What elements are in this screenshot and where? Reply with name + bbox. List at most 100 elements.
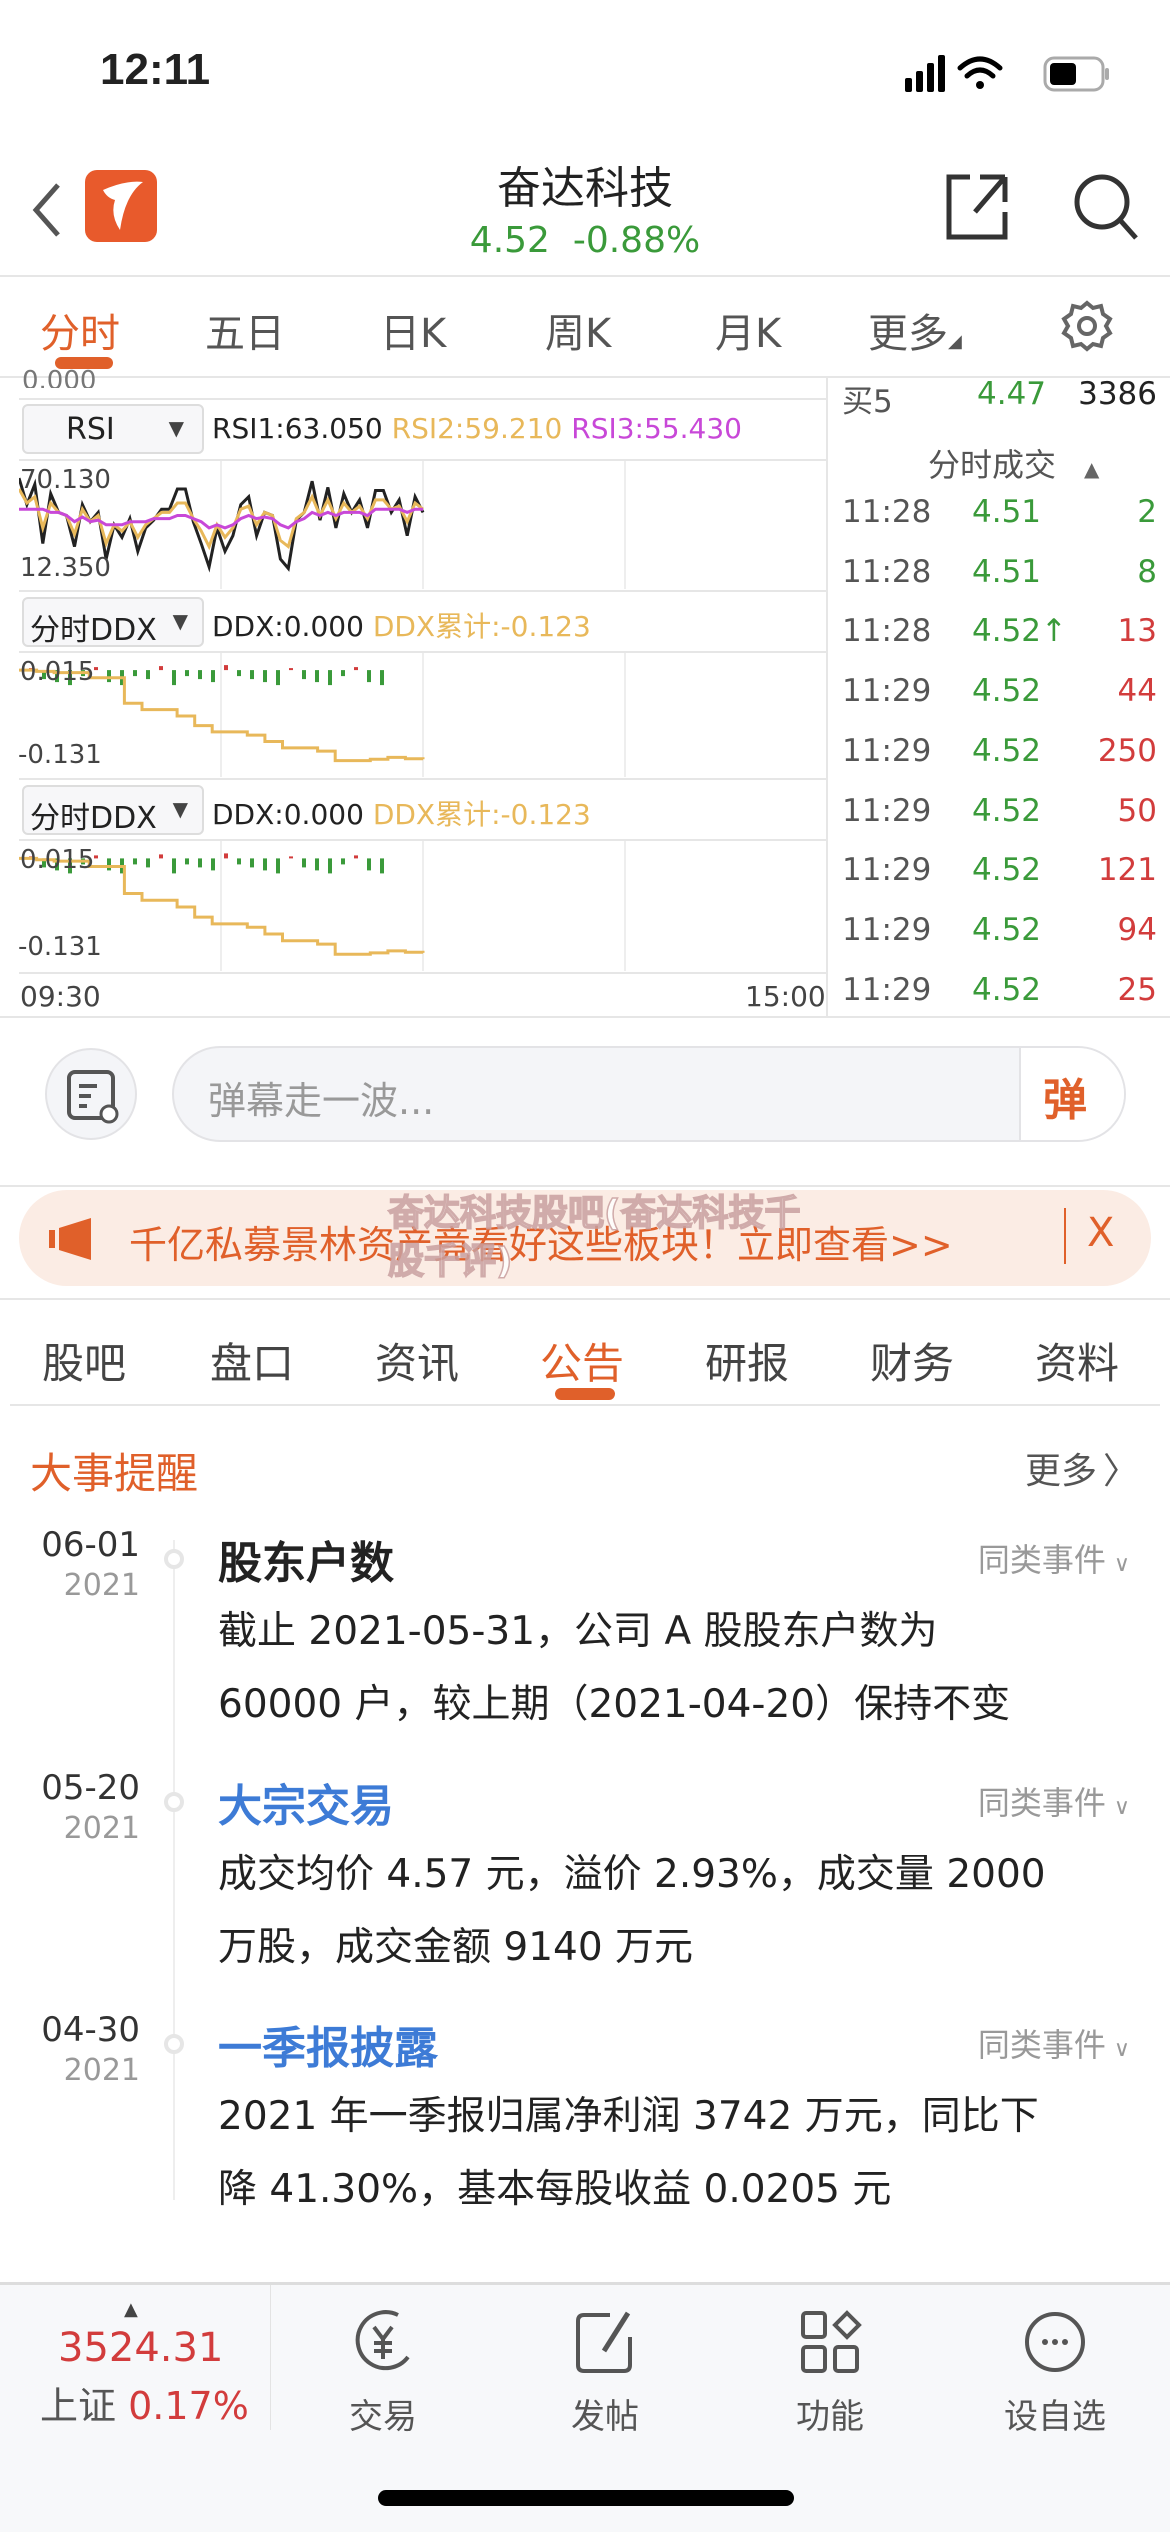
ddx-max-label: 0.015 (20, 845, 95, 875)
ddx-values-2: DDX:0.000 DDX累计:-0.123 (212, 793, 591, 833)
trade-row: 11:29 4.52 25 (842, 964, 1157, 1022)
collapse-icon: ▲ (1084, 457, 1100, 481)
ddx-indicator-select[interactable]: 分时DDX ▼ (22, 597, 204, 648)
events-more-link[interactable]: 更多〉 (1025, 1442, 1139, 1494)
danmaku-send-button[interactable]: 弹 (1019, 1048, 1124, 1140)
event-date: 04-30 (41, 2010, 140, 2050)
index-widget[interactable]: ▲ 3524.31 上证 0.17% (0, 2285, 270, 2430)
tab-weekly-k[interactable]: 周K (545, 301, 611, 359)
similar-label: 同类事件 (977, 2026, 1106, 2064)
trade-volume: 250 (1097, 732, 1157, 769)
settings-icon[interactable] (1060, 299, 1114, 353)
ddx-bar (341, 858, 345, 865)
event-title[interactable]: 一季报披露 (218, 2012, 438, 2076)
ddx-min-label: -0.131 (18, 740, 102, 770)
ddx-bar (185, 670, 189, 677)
similar-events-button[interactable]: 同类事件 ∨ (978, 1535, 1130, 1581)
info-tab[interactable]: 资料 (1035, 1330, 1119, 1391)
danmaku-settings-button[interactable] (45, 1048, 137, 1140)
tab-five-day[interactable]: 五日 (205, 301, 285, 359)
ddx-chart-2 (19, 841, 626, 971)
event-line: 成交均价 4.57 元，溢价 2.93%，成交量 2000 (218, 1852, 1046, 1897)
info-tab[interactable]: 研报 (705, 1330, 789, 1391)
signal-icon (905, 55, 945, 92)
ddx-bar (185, 858, 189, 865)
trade-label: 交易 (349, 2397, 417, 2437)
danmaku-placeholder: 弹幕走一波... (208, 1079, 435, 1123)
bid5-price: 4.47 (977, 376, 1047, 412)
caret-icon: ◢ (948, 331, 962, 352)
danmaku-send-label: 弹 (1043, 1075, 1087, 1126)
ddx-values: DDX:0.000 DDX累计:-0.123 (212, 605, 591, 645)
tab-more[interactable]: 更多◢ (868, 301, 962, 359)
ddx-bar (172, 858, 176, 874)
index-name: 上证 (40, 2384, 117, 2428)
info-tab[interactable]: 盘口 (210, 1330, 294, 1391)
ddx-indicator-select-2[interactable]: 分时DDX ▼ (22, 785, 204, 836)
ddx-bar (133, 670, 137, 677)
trades-title[interactable]: 分时成交 ▲ (928, 440, 1099, 486)
functions-button[interactable]: 功能 (755, 2307, 905, 2438)
info-tab[interactable]: 股吧 (42, 1330, 126, 1391)
ddx-bar (354, 667, 358, 671)
rsi-select-label: RSI (66, 412, 115, 447)
share-icon[interactable] (945, 172, 1010, 242)
trade-time: 11:29 (842, 732, 932, 769)
similar-label: 同类事件 (977, 1541, 1106, 1579)
ddx-bar (276, 858, 280, 874)
ddx-bar (211, 670, 215, 683)
ddx-cum-value: DDX累计:-0.123 (372, 798, 591, 831)
trade-volume: 121 (1097, 852, 1157, 889)
trade-volume: 94 (1117, 911, 1157, 948)
add-watchlist-button[interactable]: 设自选 (980, 2307, 1130, 2438)
search-icon[interactable] (1072, 172, 1142, 242)
trade-price: 4.51 (972, 553, 1042, 590)
bid5-label: 买5 (842, 384, 893, 420)
timeline (173, 1540, 175, 2200)
tab-monthly-k[interactable]: 月K (715, 301, 781, 359)
gridline (19, 398, 826, 400)
ddx-bar (341, 670, 345, 677)
banner-close-button[interactable]: X (1087, 1210, 1114, 1256)
timeline-dot (164, 1549, 184, 1569)
trade-time: 11:29 (842, 673, 932, 710)
event-year: 2021 (63, 1568, 140, 1603)
similar-events-button[interactable]: 同类事件 ∨ (978, 2020, 1130, 2066)
event-title[interactable]: 股东户数 (218, 1527, 394, 1591)
watermark: 奋达科技股吧(奋达科技千股千评) (387, 1192, 801, 1283)
trade-price: 4.52 (972, 732, 1042, 769)
event-date: 06-01 (41, 1525, 140, 1565)
ddx-bar (367, 670, 371, 683)
trade-volume: 50 (1117, 792, 1157, 829)
trade-price: 4.52↑ (972, 613, 1067, 650)
danmaku-input[interactable]: 弹幕走一波... 弹 (172, 1046, 1126, 1142)
info-tab[interactable]: 公告 (540, 1330, 624, 1391)
tab-daily-k[interactable]: 日K (380, 301, 446, 359)
rsi2-value: RSI2:59.210 (391, 412, 563, 445)
info-tab[interactable]: 财务 (870, 1330, 954, 1391)
tab-intraday[interactable]: 分时 (40, 301, 120, 359)
more-circle-icon (1025, 2312, 1085, 2372)
event-line: 万股，成交金额 9140 万元 (218, 1925, 694, 1970)
event-body: 成交均价 4.57 元，溢价 2.93%，成交量 2000 万股，成交金额 914… (218, 1838, 1138, 1984)
ddx-bar (198, 670, 202, 680)
ddx-bar (237, 858, 241, 865)
rsi-indicator-select[interactable]: RSI ▼ (22, 404, 204, 454)
ddx-value: DDX:0.000 (212, 798, 364, 831)
trade-button[interactable]: 交易 (308, 2307, 458, 2438)
gridline (19, 972, 826, 974)
trade-price: 4.51 (972, 494, 1042, 530)
trade-row: 11:28 4.51 8 (842, 546, 1157, 604)
post-button[interactable]: 发帖 (530, 2307, 680, 2438)
ddx-bar (367, 858, 371, 871)
event-title[interactable]: 大宗交易 (218, 1770, 394, 1834)
similar-events-button[interactable]: 同类事件 ∨ (978, 1778, 1130, 1824)
ddx-bar (354, 855, 358, 859)
ddx-bar (289, 856, 293, 859)
divider (0, 1298, 1170, 1300)
rsi-min-label: 12.350 (20, 553, 111, 583)
trade-row: 11:28 4.52↑ 13 (842, 605, 1157, 663)
home-indicator[interactable] (378, 2490, 794, 2506)
rsi-values: RSI1:63.050 RSI2:59.210 RSI3:55.430 (212, 412, 742, 445)
info-tab[interactable]: 资讯 (375, 1330, 459, 1391)
